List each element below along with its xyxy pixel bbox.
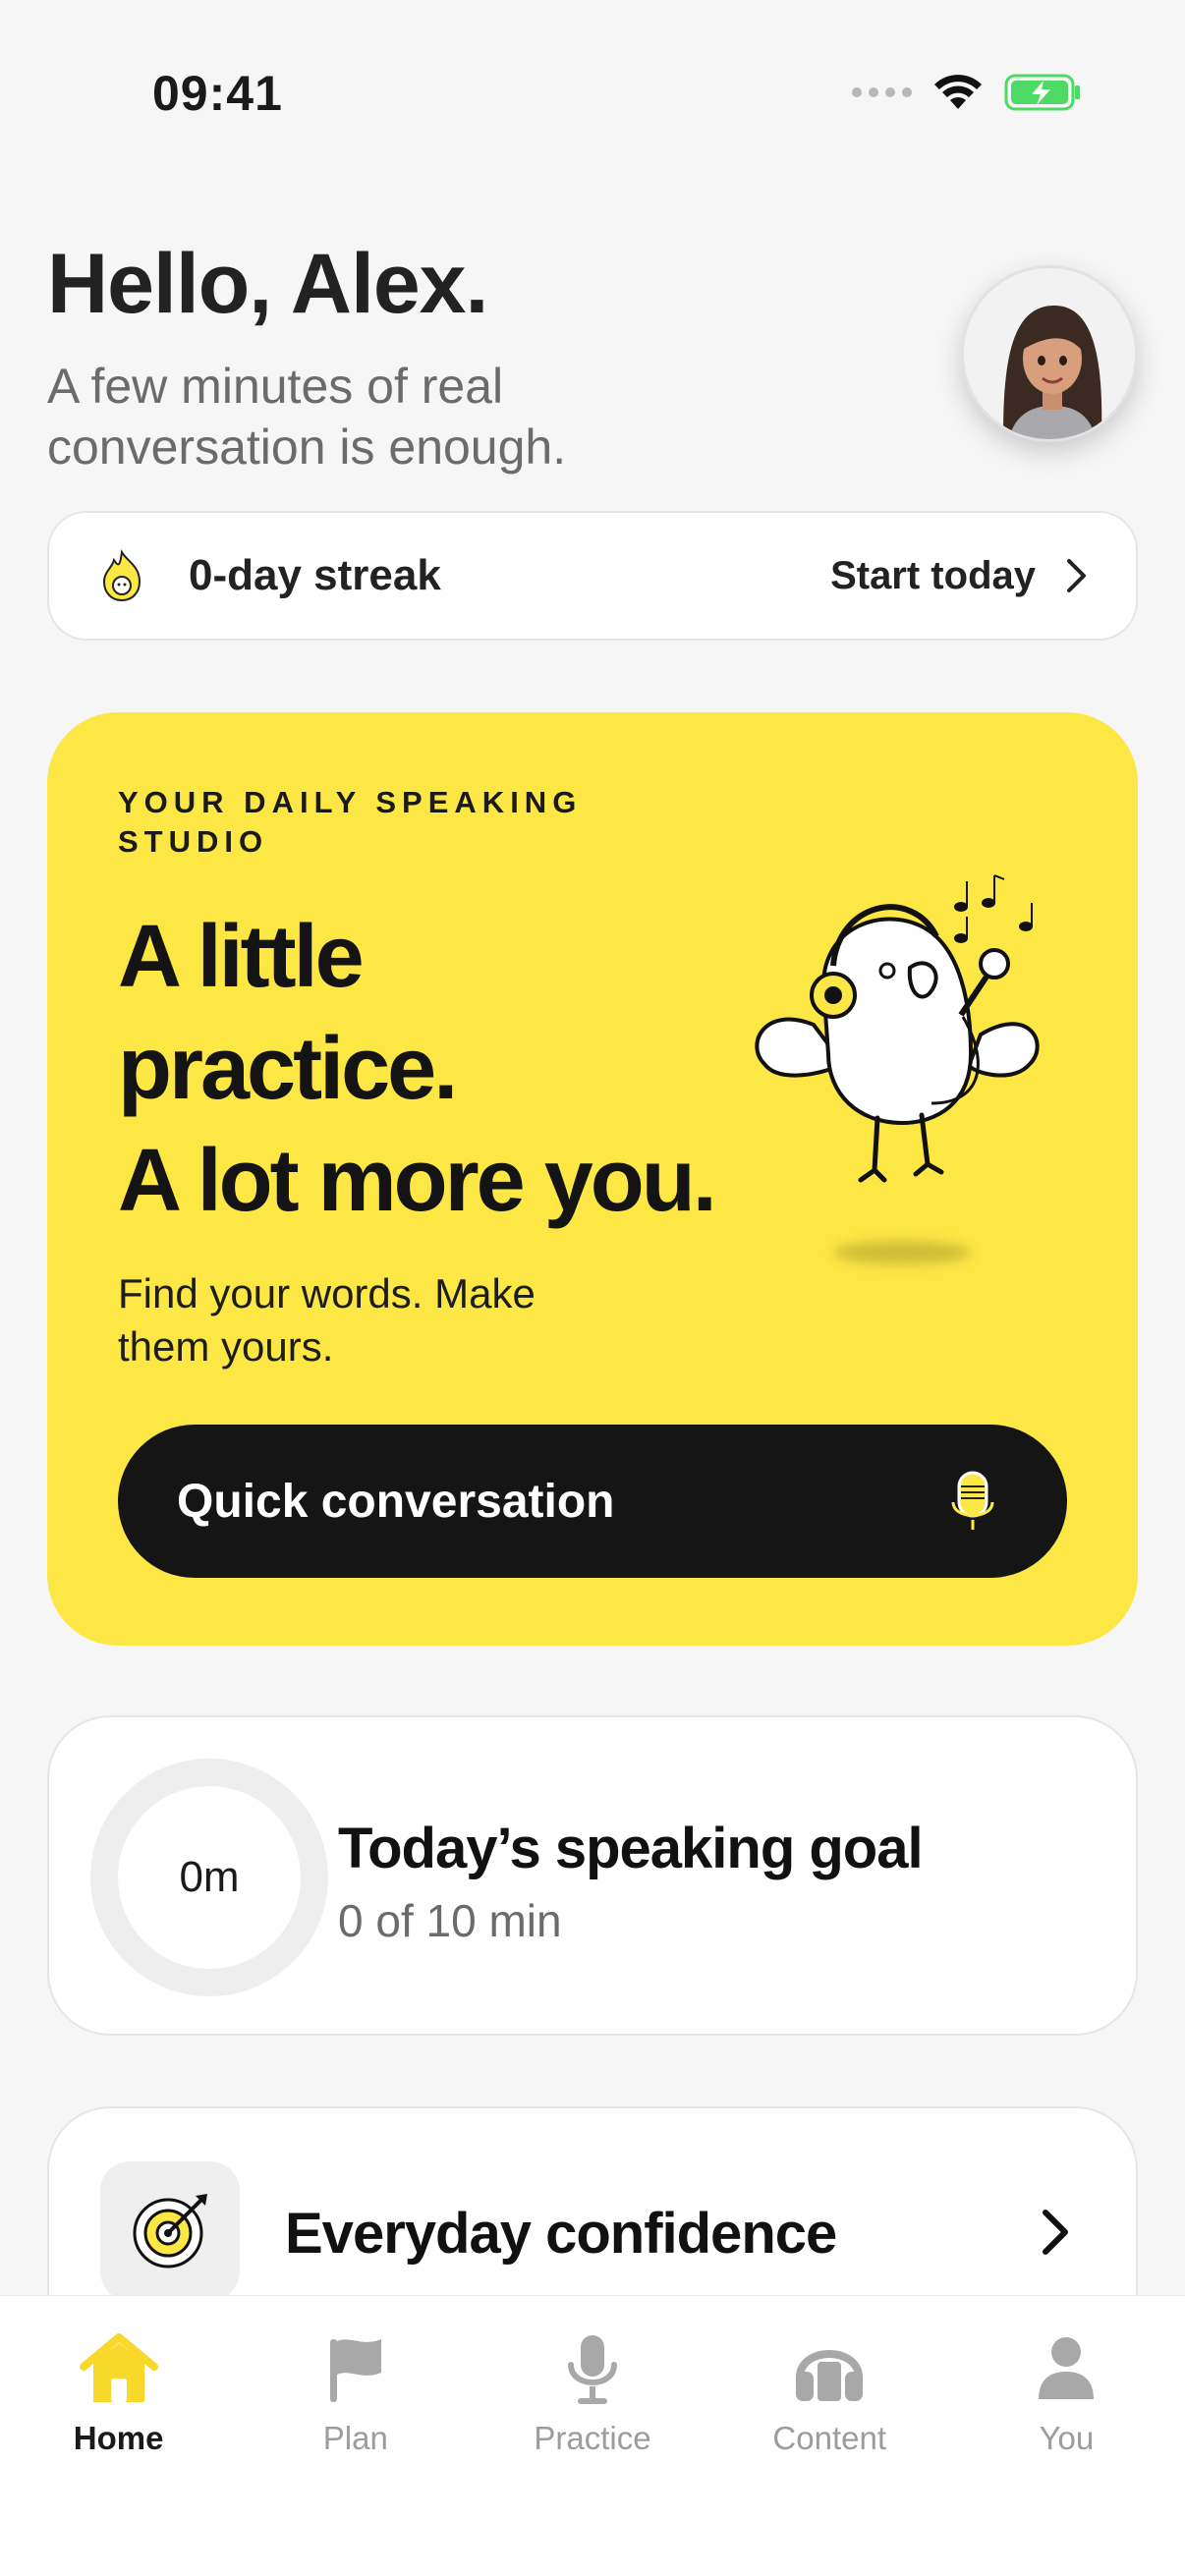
goal-subtitle: 0 of 10 min bbox=[338, 1895, 562, 1946]
avatar[interactable] bbox=[961, 265, 1138, 442]
hero-eyebrow: YOUR DAILY SPEAKING STUDIO bbox=[118, 785, 583, 859]
microphone-icon bbox=[951, 1471, 994, 1530]
greeting-subtitle: A few minutes of real conversation is en… bbox=[47, 359, 567, 475]
daily-studio-card: YOUR DAILY SPEAKING STUDIO A little prac… bbox=[47, 712, 1138, 1646]
mascot-shadow bbox=[833, 1241, 971, 1264]
home-screen: 09:41 Hello, Alex. A few minutes of real… bbox=[0, 0, 1185, 2576]
flame-mascot-icon bbox=[102, 549, 141, 602]
target-icon bbox=[133, 2194, 207, 2268]
tab-you[interactable]: You bbox=[948, 2296, 1185, 2576]
flag-icon bbox=[314, 2329, 397, 2408]
streak-card[interactable]: 0-day streak Start today bbox=[47, 511, 1138, 641]
headphones-icon bbox=[788, 2329, 871, 2408]
status-time: 09:41 bbox=[152, 66, 283, 121]
hero-title-line-1: A little bbox=[118, 908, 365, 1006]
home-icon bbox=[78, 2329, 160, 2408]
tab-practice[interactable]: Practice bbox=[474, 2296, 710, 2576]
lesson-title: Everyday confidence bbox=[285, 2202, 837, 2266]
tab-label-plan: Plan bbox=[322, 2420, 388, 2456]
tab-label-content: Content bbox=[772, 2420, 886, 2456]
hero-title-line-3: A lot more you. bbox=[118, 1132, 717, 1230]
chevron-right-icon bbox=[1043, 2210, 1068, 2255]
goal-progress-value: 0m bbox=[179, 1853, 240, 1901]
hero-title: A little practice. A lot more you. bbox=[118, 901, 806, 1237]
singing-bird-mascot-icon bbox=[755, 874, 1040, 1183]
quick-conversation-button[interactable]: Quick conversation bbox=[118, 1425, 1067, 1578]
speaking-goal-card[interactable]: 0m Today’s speaking goal 0 of 10 min bbox=[47, 1715, 1138, 2036]
greeting-title: Hello, Alex. bbox=[47, 237, 488, 331]
tab-plan[interactable]: Plan bbox=[237, 2296, 474, 2576]
lesson-icon-box bbox=[100, 2161, 240, 2301]
hero-title-line-2: practice. bbox=[118, 1020, 458, 1118]
streak-label: 0-day streak bbox=[189, 551, 441, 599]
avatar-illustration bbox=[964, 268, 1135, 439]
battery-icon bbox=[1004, 74, 1080, 111]
tab-bar: Home Plan Practice Content You bbox=[0, 2295, 1185, 2576]
goal-title: Today’s speaking goal bbox=[338, 1817, 924, 1880]
tab-home[interactable]: Home bbox=[0, 2296, 237, 2576]
microphone-icon bbox=[551, 2329, 634, 2408]
cellular-signal-icon bbox=[852, 87, 912, 97]
chevron-right-icon bbox=[1067, 559, 1086, 592]
wifi-icon bbox=[934, 75, 982, 109]
tab-content[interactable]: Content bbox=[711, 2296, 948, 2576]
hero-subtitle: Find your words. Make them yours. bbox=[118, 1270, 536, 1370]
start-today-link[interactable]: Start today bbox=[830, 554, 1036, 598]
tab-label-home: Home bbox=[73, 2420, 164, 2456]
tab-label-you: You bbox=[1039, 2420, 1095, 2456]
tab-label-practice: Practice bbox=[534, 2420, 651, 2456]
quick-conversation-label: Quick conversation bbox=[177, 1475, 615, 1528]
status-icons bbox=[852, 73, 1083, 112]
person-icon bbox=[1025, 2329, 1107, 2408]
